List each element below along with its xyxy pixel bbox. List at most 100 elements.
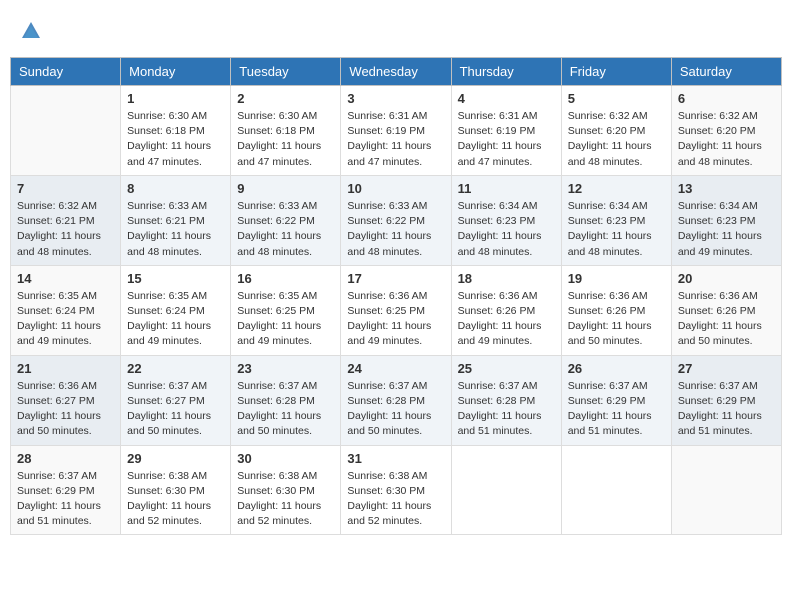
day-info: Sunrise: 6:33 AMSunset: 6:21 PMDaylight:… <box>127 199 224 260</box>
calendar-cell: 12 Sunrise: 6:34 AMSunset: 6:23 PMDayligh… <box>561 175 671 265</box>
day-number: 29 <box>127 451 224 466</box>
day-number: 16 <box>237 271 334 286</box>
weekday-header-thursday: Thursday <box>451 58 561 86</box>
weekday-header-saturday: Saturday <box>671 58 781 86</box>
calendar-cell <box>561 445 671 535</box>
logo-icon <box>20 20 42 42</box>
calendar-cell <box>451 445 561 535</box>
day-info: Sunrise: 6:36 AMSunset: 6:25 PMDaylight:… <box>347 289 444 350</box>
day-info: Sunrise: 6:37 AMSunset: 6:29 PMDaylight:… <box>17 469 114 530</box>
day-number: 21 <box>17 361 114 376</box>
page-header <box>10 10 782 52</box>
weekday-header-sunday: Sunday <box>11 58 121 86</box>
calendar-cell: 29 Sunrise: 6:38 AMSunset: 6:30 PMDayligh… <box>121 445 231 535</box>
calendar-cell: 30Sunrise: 6:38 AMSunset: 6:30 PMDayligh… <box>231 445 341 535</box>
logo <box>20 20 46 47</box>
weekday-header-monday: Monday <box>121 58 231 86</box>
calendar-cell: 18Sunrise: 6:36 AMSunset: 6:26 PMDayligh… <box>451 265 561 355</box>
day-info: Sunrise: 6:37 AMSunset: 6:27 PMDaylight:… <box>127 379 224 440</box>
day-info: Sunrise: 6:37 AMSunset: 6:28 PMDaylight:… <box>347 379 444 440</box>
day-number: 10 <box>347 181 444 196</box>
calendar-cell: 11Sunrise: 6:34 AMSunset: 6:23 PMDayligh… <box>451 175 561 265</box>
day-info: Sunrise: 6:36 AMSunset: 6:27 PMDaylight:… <box>17 379 114 440</box>
day-info: Sunrise: 6:37 AMSunset: 6:28 PMDaylight:… <box>237 379 334 440</box>
calendar-cell: 15 Sunrise: 6:35 AMSunset: 6:24 PMDayligh… <box>121 265 231 355</box>
weekday-header-friday: Friday <box>561 58 671 86</box>
calendar-cell: 3Sunrise: 6:31 AMSunset: 6:19 PMDaylight… <box>341 86 451 176</box>
day-info: Sunrise: 6:38 AMSunset: 6:30 PMDaylight:… <box>347 469 444 530</box>
calendar-week-3: 14Sunrise: 6:35 AMSunset: 6:24 PMDayligh… <box>11 265 782 355</box>
day-number: 13 <box>678 181 775 196</box>
calendar-cell: 24Sunrise: 6:37 AMSunset: 6:28 PMDayligh… <box>341 355 451 445</box>
calendar-cell: 10 Sunrise: 6:33 AMSunset: 6:22 PMDayligh… <box>341 175 451 265</box>
day-info: Sunrise: 6:34 AMSunset: 6:23 PMDaylight:… <box>568 199 665 260</box>
day-info: Sunrise: 6:36 AMSunset: 6:26 PMDaylight:… <box>568 289 665 350</box>
calendar-cell: 4 Sunrise: 6:31 AMSunset: 6:19 PMDaylight… <box>451 86 561 176</box>
day-number: 18 <box>458 271 555 286</box>
day-info: Sunrise: 6:35 AMSunset: 6:24 PMDaylight:… <box>17 289 114 350</box>
calendar-week-4: 21 Sunrise: 6:36 AMSunset: 6:27 PMDayligh… <box>11 355 782 445</box>
calendar-week-2: 7 Sunrise: 6:32 AMSunset: 6:21 PMDaylight… <box>11 175 782 265</box>
day-info: Sunrise: 6:34 AMSunset: 6:23 PMDaylight:… <box>458 199 555 260</box>
calendar-cell: 31Sunrise: 6:38 AMSunset: 6:30 PMDayligh… <box>341 445 451 535</box>
day-number: 12 <box>568 181 665 196</box>
calendar-cell: 19 Sunrise: 6:36 AMSunset: 6:26 PMDayligh… <box>561 265 671 355</box>
day-number: 25 <box>458 361 555 376</box>
day-number: 19 <box>568 271 665 286</box>
calendar-week-1: 1 Sunrise: 6:30 AMSunset: 6:18 PMDaylight… <box>11 86 782 176</box>
day-number: 27 <box>678 361 775 376</box>
day-info: Sunrise: 6:35 AMSunset: 6:25 PMDaylight:… <box>237 289 334 350</box>
calendar-cell: 23 Sunrise: 6:37 AMSunset: 6:28 PMDayligh… <box>231 355 341 445</box>
day-number: 7 <box>17 181 114 196</box>
day-number: 1 <box>127 91 224 106</box>
weekday-header-wednesday: Wednesday <box>341 58 451 86</box>
calendar-cell: 13 Sunrise: 6:34 AMSunset: 6:23 PMDayligh… <box>671 175 781 265</box>
day-info: Sunrise: 6:38 AMSunset: 6:30 PMDaylight:… <box>127 469 224 530</box>
day-info: Sunrise: 6:31 AMSunset: 6:19 PMDaylight:… <box>458 109 555 170</box>
calendar-cell: 9Sunrise: 6:33 AMSunset: 6:22 PMDaylight… <box>231 175 341 265</box>
calendar-cell: 16 Sunrise: 6:35 AMSunset: 6:25 PMDayligh… <box>231 265 341 355</box>
day-number: 22 <box>127 361 224 376</box>
day-number: 4 <box>458 91 555 106</box>
calendar-cell: 2 Sunrise: 6:30 AMSunset: 6:18 PMDaylight… <box>231 86 341 176</box>
calendar-cell: 5 Sunrise: 6:32 AMSunset: 6:20 PMDaylight… <box>561 86 671 176</box>
calendar-cell: 22 Sunrise: 6:37 AMSunset: 6:27 PMDayligh… <box>121 355 231 445</box>
day-info: Sunrise: 6:37 AMSunset: 6:29 PMDaylight:… <box>568 379 665 440</box>
calendar-cell: 21 Sunrise: 6:36 AMSunset: 6:27 PMDayligh… <box>11 355 121 445</box>
calendar-cell: 1 Sunrise: 6:30 AMSunset: 6:18 PMDaylight… <box>121 86 231 176</box>
day-number: 2 <box>237 91 334 106</box>
day-number: 28 <box>17 451 114 466</box>
day-info: Sunrise: 6:38 AMSunset: 6:30 PMDaylight:… <box>237 469 334 530</box>
day-number: 6 <box>678 91 775 106</box>
calendar-cell: 6 Sunrise: 6:32 AMSunset: 6:20 PMDaylight… <box>671 86 781 176</box>
calendar-cell: 28 Sunrise: 6:37 AMSunset: 6:29 PMDayligh… <box>11 445 121 535</box>
day-info: Sunrise: 6:31 AMSunset: 6:19 PMDaylight:… <box>347 109 444 170</box>
day-info: Sunrise: 6:32 AMSunset: 6:20 PMDaylight:… <box>568 109 665 170</box>
calendar-cell <box>11 86 121 176</box>
day-number: 15 <box>127 271 224 286</box>
day-info: Sunrise: 6:30 AMSunset: 6:18 PMDaylight:… <box>127 109 224 170</box>
calendar-cell: 20Sunrise: 6:36 AMSunset: 6:26 PMDayligh… <box>671 265 781 355</box>
day-number: 26 <box>568 361 665 376</box>
day-info: Sunrise: 6:32 AMSunset: 6:20 PMDaylight:… <box>678 109 775 170</box>
calendar-cell: 25 Sunrise: 6:37 AMSunset: 6:28 PMDayligh… <box>451 355 561 445</box>
day-number: 8 <box>127 181 224 196</box>
day-info: Sunrise: 6:34 AMSunset: 6:23 PMDaylight:… <box>678 199 775 260</box>
day-number: 5 <box>568 91 665 106</box>
day-number: 9 <box>237 181 334 196</box>
day-info: Sunrise: 6:30 AMSunset: 6:18 PMDaylight:… <box>237 109 334 170</box>
day-info: Sunrise: 6:36 AMSunset: 6:26 PMDaylight:… <box>678 289 775 350</box>
calendar-cell: 17Sunrise: 6:36 AMSunset: 6:25 PMDayligh… <box>341 265 451 355</box>
day-info: Sunrise: 6:37 AMSunset: 6:29 PMDaylight:… <box>678 379 775 440</box>
day-info: Sunrise: 6:37 AMSunset: 6:28 PMDaylight:… <box>458 379 555 440</box>
day-info: Sunrise: 6:32 AMSunset: 6:21 PMDaylight:… <box>17 199 114 260</box>
day-number: 23 <box>237 361 334 376</box>
calendar-cell: 26 Sunrise: 6:37 AMSunset: 6:29 PMDayligh… <box>561 355 671 445</box>
day-info: Sunrise: 6:33 AMSunset: 6:22 PMDaylight:… <box>347 199 444 260</box>
calendar-week-5: 28 Sunrise: 6:37 AMSunset: 6:29 PMDayligh… <box>11 445 782 535</box>
calendar-cell: 7 Sunrise: 6:32 AMSunset: 6:21 PMDaylight… <box>11 175 121 265</box>
calendar-cell: 8 Sunrise: 6:33 AMSunset: 6:21 PMDaylight… <box>121 175 231 265</box>
weekday-header-tuesday: Tuesday <box>231 58 341 86</box>
day-info: Sunrise: 6:35 AMSunset: 6:24 PMDaylight:… <box>127 289 224 350</box>
weekday-header-row: SundayMondayTuesdayWednesdayThursdayFrid… <box>11 58 782 86</box>
